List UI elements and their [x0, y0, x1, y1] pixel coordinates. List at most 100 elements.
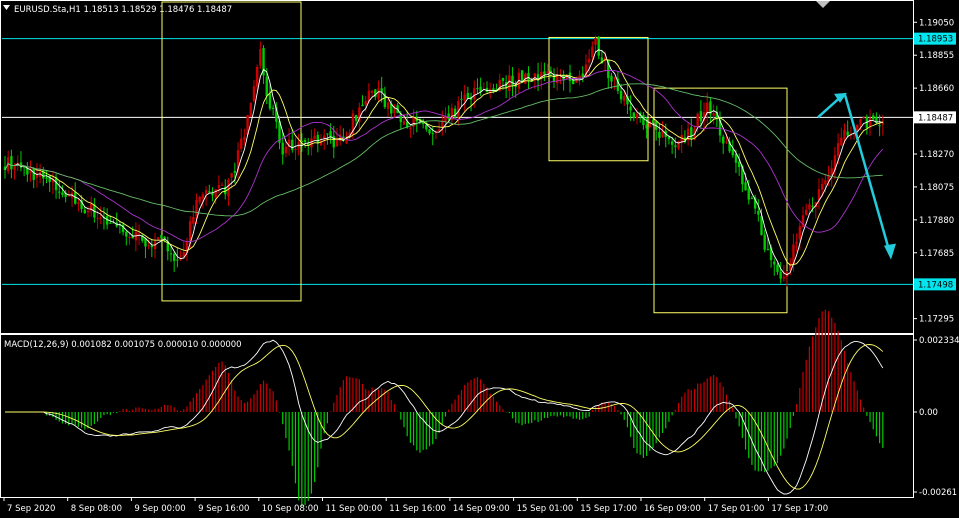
- candle-body: [147, 245, 150, 247]
- ma-long-line: [4, 83, 883, 217]
- time-axis-label: 17 Sep 17:00: [771, 504, 828, 514]
- candle-body: [125, 231, 128, 237]
- time-axis-label: 11 Sep 00:00: [326, 504, 383, 514]
- candle-body: [457, 101, 460, 117]
- candle-body: [645, 124, 648, 129]
- candle-body: [386, 102, 390, 109]
- candle-body: [779, 271, 782, 279]
- candle-body: [291, 139, 294, 150]
- candle-body: [268, 93, 272, 109]
- candle-body: [201, 194, 205, 199]
- time-axis-label: 17 Sep 01:00: [708, 504, 765, 514]
- chart-menu-triangle-icon[interactable]: [3, 5, 10, 10]
- candle-body: [610, 75, 613, 82]
- candle-body: [476, 88, 479, 90]
- candle-body: [763, 234, 766, 250]
- candle-body: [99, 217, 102, 219]
- candle-body: [109, 222, 112, 224]
- candle-body: [402, 121, 406, 125]
- macd-axis-label: -0.00261: [919, 488, 957, 498]
- candle-body: [820, 183, 824, 190]
- candle-body: [635, 113, 639, 119]
- candle-body: [804, 209, 808, 216]
- candle-body: [508, 75, 511, 92]
- candle-body: [511, 75, 514, 87]
- macd-axis-label: 0.00: [919, 408, 938, 418]
- candle-body: [846, 131, 849, 136]
- chart-symbol-header: EURUSD.Sta,H1 1.18513 1.18529 1.18476 1.…: [14, 5, 232, 15]
- macd-signal-line: [5, 344, 884, 490]
- shift-chart-triangle-icon[interactable]: [816, 1, 830, 8]
- candle-body: [150, 245, 154, 248]
- price-level-value: 1.17498: [918, 280, 953, 290]
- price-chart-frame: [0, 0, 914, 334]
- candle-body: [840, 137, 843, 146]
- candle-body: [859, 119, 862, 125]
- candle-body: [492, 88, 495, 92]
- candle-body: [361, 104, 364, 106]
- time-axis-label: 15 Sep 17:00: [580, 504, 637, 514]
- time-axis-label: 9 Sep 16:00: [198, 504, 249, 514]
- candle-body: [878, 125, 881, 127]
- candle-body: [377, 88, 380, 99]
- candle-body: [437, 129, 441, 131]
- candle-body: [571, 79, 575, 85]
- candle-body: [255, 66, 259, 87]
- candle-body: [808, 204, 811, 210]
- candle-body: [431, 133, 434, 135]
- candle-body: [252, 86, 256, 102]
- macd-axis-label: 0.002334: [919, 336, 959, 346]
- candle-body: [354, 114, 358, 121]
- macd-main-line: [5, 339, 884, 495]
- price-level-value: 1.18953: [918, 35, 953, 45]
- candle-body: [731, 149, 734, 156]
- candle-body: [249, 103, 252, 117]
- candle-body: [776, 264, 779, 273]
- candle-body: [281, 142, 284, 155]
- candle-body: [409, 128, 412, 130]
- candle-body: [157, 237, 160, 240]
- trading-chart[interactable]: EURUSD.Sta,H1 1.18513 1.18529 1.18476 1.…: [0, 0, 959, 518]
- price-axis-label: 1.18270: [919, 150, 954, 160]
- candle-body: [326, 133, 329, 135]
- candle-body: [722, 136, 725, 144]
- candle-body: [227, 179, 230, 197]
- candle-body: [259, 49, 262, 66]
- candle-body: [773, 261, 776, 265]
- candle-body: [310, 138, 313, 148]
- candle-body: [811, 205, 814, 207]
- candle-body: [265, 76, 268, 97]
- time-axis-label: 8 Sep 08:00: [71, 504, 122, 514]
- candle-body: [578, 75, 581, 78]
- arrow-head-down-icon: [884, 243, 896, 260]
- candle-body: [843, 129, 846, 139]
- candle-body: [623, 96, 626, 102]
- price-axis-label: 1.17295: [919, 315, 954, 325]
- candle-body: [581, 73, 584, 78]
- candle-body: [61, 192, 64, 195]
- candle-body: [316, 134, 320, 144]
- candle-body: [651, 120, 655, 123]
- candle-body: [58, 191, 61, 193]
- candle-body: [10, 156, 13, 170]
- price-level-value: 1.18487: [918, 113, 953, 123]
- candle-body: [836, 143, 840, 156]
- macd-chart-frame: [0, 334, 914, 498]
- candle-body: [428, 129, 431, 134]
- candle-body: [160, 235, 163, 239]
- candle-body: [546, 71, 549, 74]
- candle-body: [128, 236, 131, 238]
- candle-body: [594, 38, 597, 45]
- time-axis-label: 14 Sep 09:00: [453, 504, 510, 514]
- candle-body: [690, 127, 693, 139]
- candle-body: [176, 259, 179, 261]
- candle-body: [696, 113, 699, 128]
- candle-body: [294, 148, 297, 150]
- candle-body: [795, 241, 798, 244]
- candle-body: [473, 88, 476, 100]
- candle-body: [220, 184, 224, 186]
- price-axis-label: 1.18660: [919, 84, 954, 94]
- candle-body: [587, 58, 591, 63]
- candle-body: [313, 135, 316, 140]
- candle-body: [35, 174, 39, 178]
